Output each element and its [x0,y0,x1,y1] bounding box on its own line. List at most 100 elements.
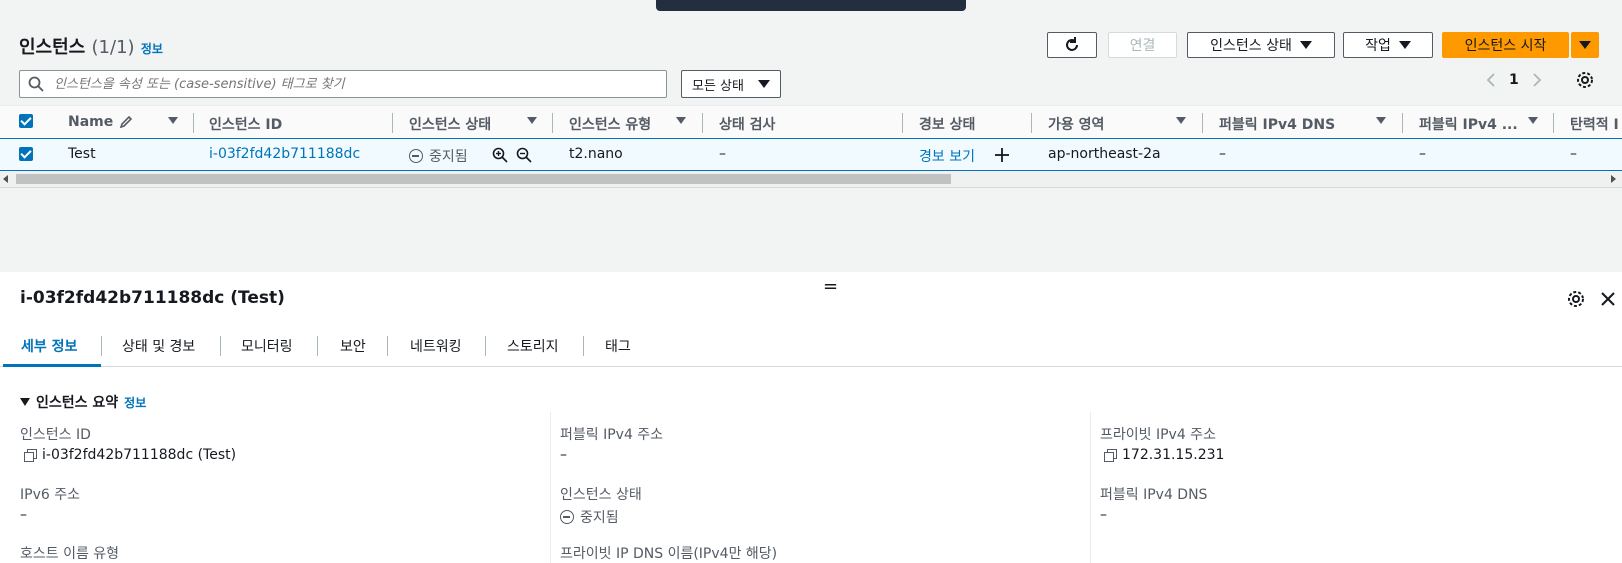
hostname-type-label: 호스트 이름 유형 [20,546,120,562]
tab-details[interactable]: 세부 정보 [21,336,77,356]
row-public-ipv4: – [1419,146,1426,162]
column-divider[interactable] [702,113,703,133]
private-ipv4-text: 172.31.15.231 [1122,447,1225,463]
column-availability-zone[interactable]: 가용 영역 [1048,114,1104,134]
column-divider[interactable] [1202,113,1203,133]
toolbar-overlay [656,0,966,11]
column-divider[interactable] [902,113,903,133]
column-instance-type-label: 인스턴스 유형 [569,117,652,133]
column-name-label: Name [68,114,114,130]
page-number[interactable]: 1 [1509,72,1519,88]
sort-icon[interactable] [1376,117,1386,124]
column-divider[interactable] [1553,113,1554,133]
column-divider[interactable] [193,113,194,133]
column-divider[interactable] [1031,113,1032,133]
page-title-text: 인스턴스 [19,37,86,58]
table-row[interactable]: Test i-03f2fd42b711188dc 중지됨 t2.nano – 경… [0,138,1622,171]
search-icon [28,76,44,92]
detail-tabs: 세부 정보 상태 및 경보 모니터링 보안 네트워킹 스토리지 태그 [0,334,1622,367]
actions-button[interactable]: 작업 [1343,32,1433,58]
column-name[interactable]: Name [68,114,133,130]
sort-icon[interactable] [676,117,686,124]
refresh-button[interactable] [1047,32,1097,58]
public-dns-value: – [1100,507,1107,523]
column-instance-type[interactable]: 인스턴스 유형 [569,114,651,134]
sort-icon[interactable] [1528,117,1538,124]
chevron-right-icon[interactable] [1531,72,1543,88]
caret-down-icon [1579,41,1591,49]
tab-security[interactable]: 보안 [340,336,366,356]
column-instance-id[interactable]: 인스턴스 ID [209,114,282,134]
state-filter-select[interactable]: 모든 상태 [681,70,781,98]
column-public-ipv4[interactable]: 퍼블릭 IPv4 ... [1419,114,1518,134]
tab-divider [485,336,486,356]
sort-icon[interactable] [168,117,178,124]
horizontal-scrollbar[interactable] [0,171,1622,188]
column-divider[interactable] [552,113,553,133]
info-link[interactable]: 정보 [124,394,146,411]
column-alarm-status-label: 경보 상태 [919,117,976,133]
scroll-left-icon[interactable] [3,175,9,183]
row-availability-zone: ap-northeast-2a [1048,146,1161,162]
copy-icon[interactable] [24,449,37,462]
caret-down-icon [20,398,30,406]
column-divider [1090,412,1091,563]
search-input[interactable] [52,75,646,93]
zoom-in-icon[interactable] [492,147,508,163]
table-header: Name 인스턴스 ID 인스턴스 상태 인스턴스 유형 상태 검사 경보 상태… [0,105,1622,139]
row-checkbox[interactable] [19,147,33,161]
settings-gear-icon[interactable] [1576,71,1594,89]
page-title: 인스턴스 (1/1) 정보 [19,33,163,59]
row-instance-type: t2.nano [569,146,623,162]
tab-monitoring[interactable]: 모니터링 [241,336,293,356]
tab-networking[interactable]: 네트워킹 [410,336,462,356]
column-elastic-ip[interactable]: 탄력적 I [1570,114,1619,134]
row-status-check: – [719,146,726,162]
info-link[interactable]: 정보 [141,42,163,56]
row-state-label: 중지됨 [429,149,468,165]
copy-icon[interactable] [1104,449,1117,462]
connect-button[interactable]: 연결 [1108,32,1177,58]
row-instance-id-link[interactable]: i-03f2fd42b711188dc [209,146,360,162]
plus-icon[interactable] [994,147,1010,163]
column-status-check-label: 상태 검사 [719,117,776,133]
scroll-right-icon[interactable] [1611,175,1617,183]
detail-settings-icon[interactable] [1567,290,1585,308]
instance-id-value: i-03f2fd42b711188dc (Test) [24,447,236,463]
sort-icon[interactable] [1176,117,1186,124]
public-dns-label: 퍼블릭 IPv4 DNS [1100,487,1208,503]
column-instance-state[interactable]: 인스턴스 상태 [409,114,491,134]
sort-icon[interactable] [527,117,537,124]
instance-state-button[interactable]: 인스턴스 상태 [1187,32,1335,58]
ipv6-label: IPv6 주소 [20,487,80,503]
view-alarms-link[interactable]: 경보 보기 [919,146,975,166]
tab-storage[interactable]: 스토리지 [507,336,559,356]
zoom-out-icon[interactable] [516,147,532,163]
pagination: 1 [1485,70,1543,90]
instance-count: (1/1) [91,37,135,58]
private-dns-label: 프라이빗 IP DNS 이름(IPv4만 해당) [560,546,778,562]
scrollbar-thumb[interactable] [16,174,951,184]
column-divider[interactable] [392,113,393,133]
column-status-check[interactable]: 상태 검사 [719,114,775,134]
launch-options-button[interactable] [1571,32,1599,58]
tab-divider [317,336,318,356]
tab-status-alarms[interactable]: 상태 및 경보 [122,336,195,356]
resize-handle[interactable]: = [823,276,838,297]
tab-tags[interactable]: 태그 [605,336,631,356]
chevron-left-icon[interactable] [1485,72,1497,88]
active-tab-indicator [3,364,101,367]
column-public-dns[interactable]: 퍼블릭 IPv4 DNS [1219,114,1335,134]
column-alarm-status[interactable]: 경보 상태 [919,114,975,134]
refresh-icon [1066,37,1078,51]
close-icon[interactable] [1601,292,1615,306]
stopped-icon [560,510,574,524]
instance-summary-header[interactable]: 인스턴스 요약 정보 [20,392,146,412]
launch-instance-button[interactable]: 인스턴스 시작 [1442,32,1569,58]
launch-label: 인스턴스 시작 [1464,38,1547,54]
search-field[interactable] [19,70,667,98]
actions-label: 작업 [1365,38,1391,54]
select-all-checkbox[interactable] [19,114,33,128]
column-availability-zone-label: 가용 영역 [1048,117,1105,133]
column-divider[interactable] [1402,113,1403,133]
